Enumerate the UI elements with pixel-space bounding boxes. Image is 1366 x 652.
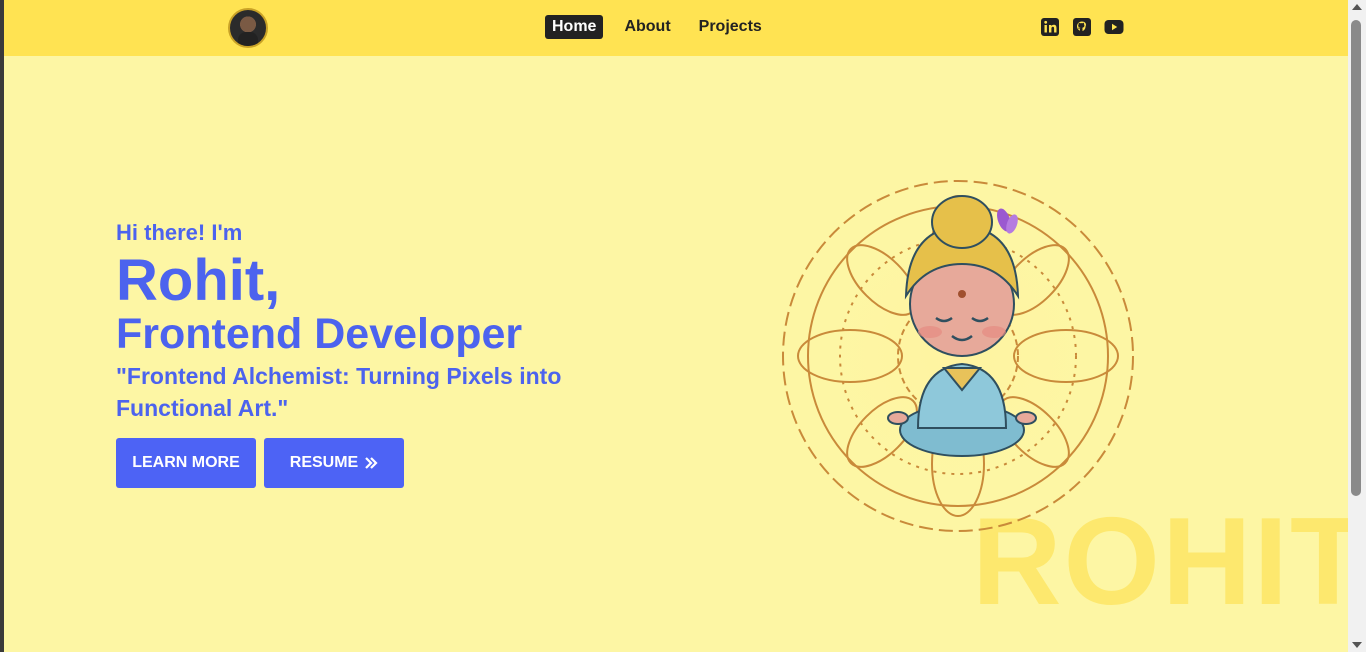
hero-name: Rohit, bbox=[116, 248, 281, 313]
linkedin-icon[interactable] bbox=[1040, 17, 1060, 37]
resume-button[interactable]: RESUME bbox=[264, 438, 404, 488]
browser-viewport: Home About Projects Hi there! I'm Rohit, bbox=[4, 0, 1348, 652]
profile-avatar[interactable] bbox=[228, 8, 268, 48]
youtube-icon[interactable] bbox=[1104, 17, 1124, 37]
scroll-up-arrow-icon[interactable] bbox=[1352, 4, 1362, 10]
double-chevron-right-icon bbox=[365, 457, 378, 469]
hero-buttons: LEARN MORE RESUME bbox=[116, 438, 404, 488]
navbar: Home About Projects bbox=[4, 0, 1348, 56]
nav-about-link[interactable]: About bbox=[617, 15, 677, 39]
page-scrollbar[interactable] bbox=[1348, 0, 1366, 652]
nav-links: Home About Projects bbox=[545, 15, 769, 39]
hero-role: Frontend Developer bbox=[116, 310, 523, 358]
nav-projects-link[interactable]: Projects bbox=[692, 15, 769, 39]
resume-label: RESUME bbox=[289, 454, 359, 471]
meditating-buddha-illustration bbox=[773, 168, 1143, 538]
learn-more-label: LEARN MORE bbox=[132, 454, 240, 471]
hero-intro: Hi there! I'm Rohit, Frontend Developer … bbox=[116, 218, 676, 424]
hero-greeting: Hi there! I'm bbox=[116, 220, 243, 245]
social-links bbox=[1040, 17, 1124, 37]
hero-tagline: "Frontend Alchemist: Turning Pixels into… bbox=[116, 363, 562, 421]
learn-more-button[interactable]: LEARN MORE bbox=[116, 438, 256, 488]
nav-home-link[interactable]: Home bbox=[545, 15, 604, 39]
scroll-thumb[interactable] bbox=[1351, 20, 1361, 496]
github-icon[interactable] bbox=[1072, 17, 1092, 37]
scroll-down-arrow-icon[interactable] bbox=[1352, 642, 1362, 648]
